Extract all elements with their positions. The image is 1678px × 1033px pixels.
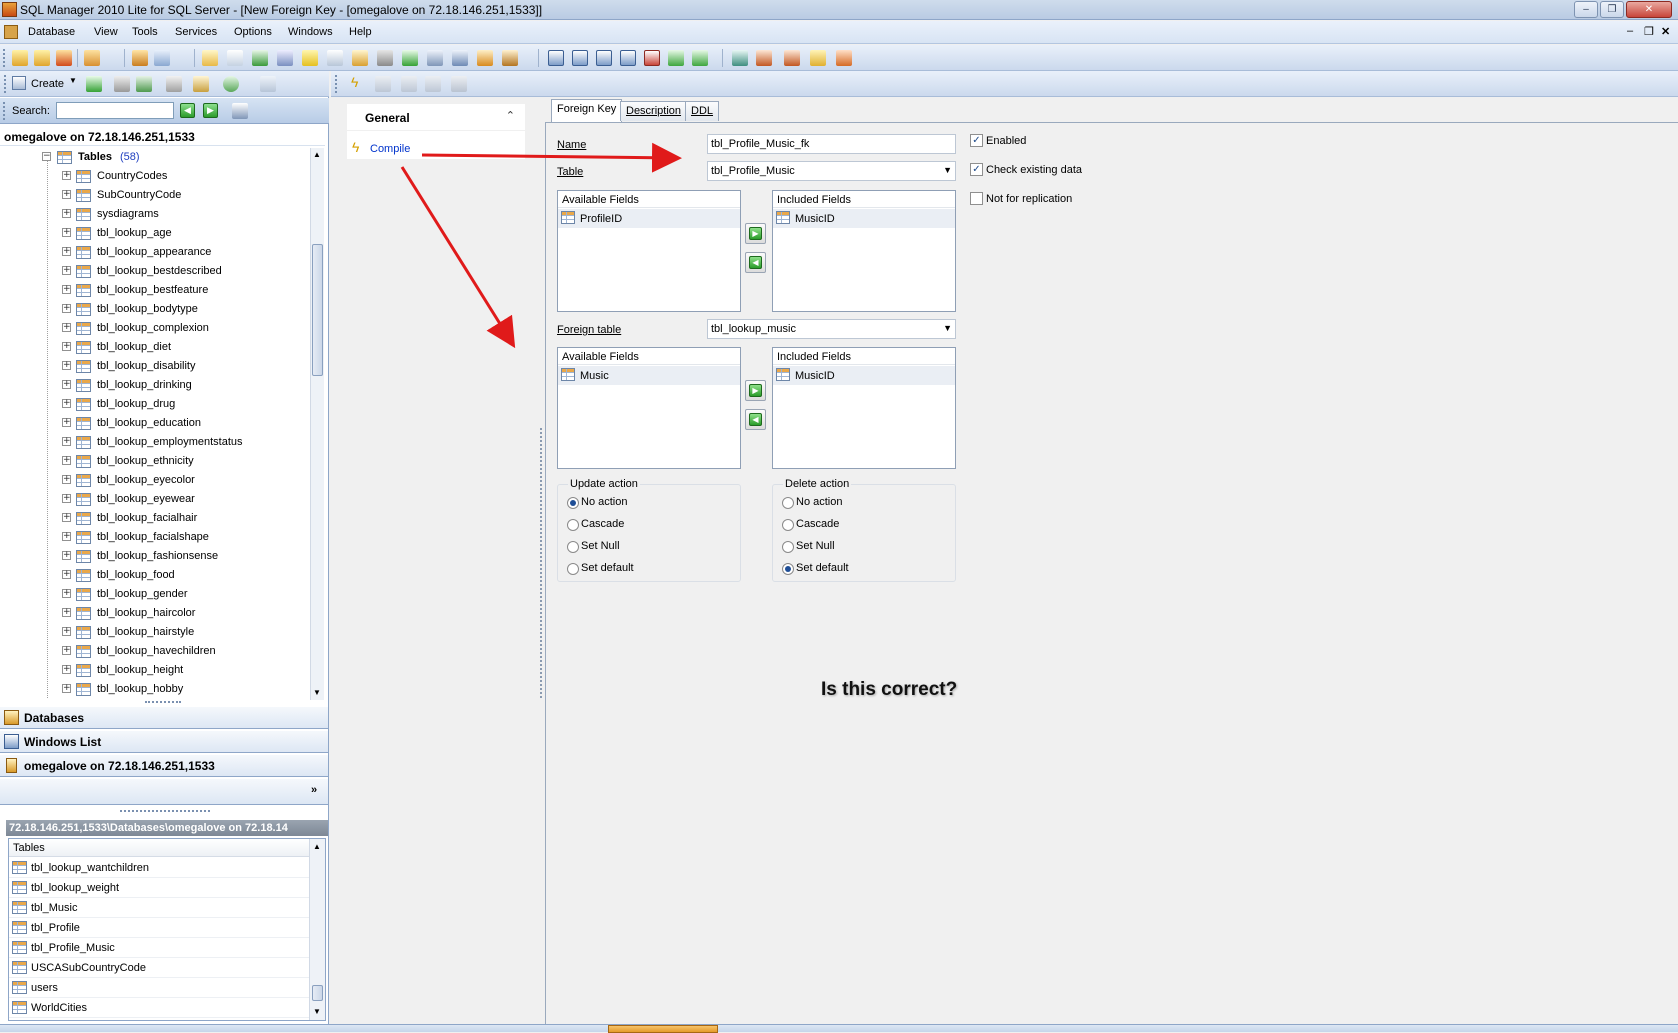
annotation-question: Is this correct? (821, 679, 958, 700)
arrow-to-table-field (421, 142, 682, 173)
status-bar (0, 1024, 1678, 1033)
annotation-arrows (400, 142, 682, 349)
arrow-to-foreign-table (400, 166, 516, 349)
